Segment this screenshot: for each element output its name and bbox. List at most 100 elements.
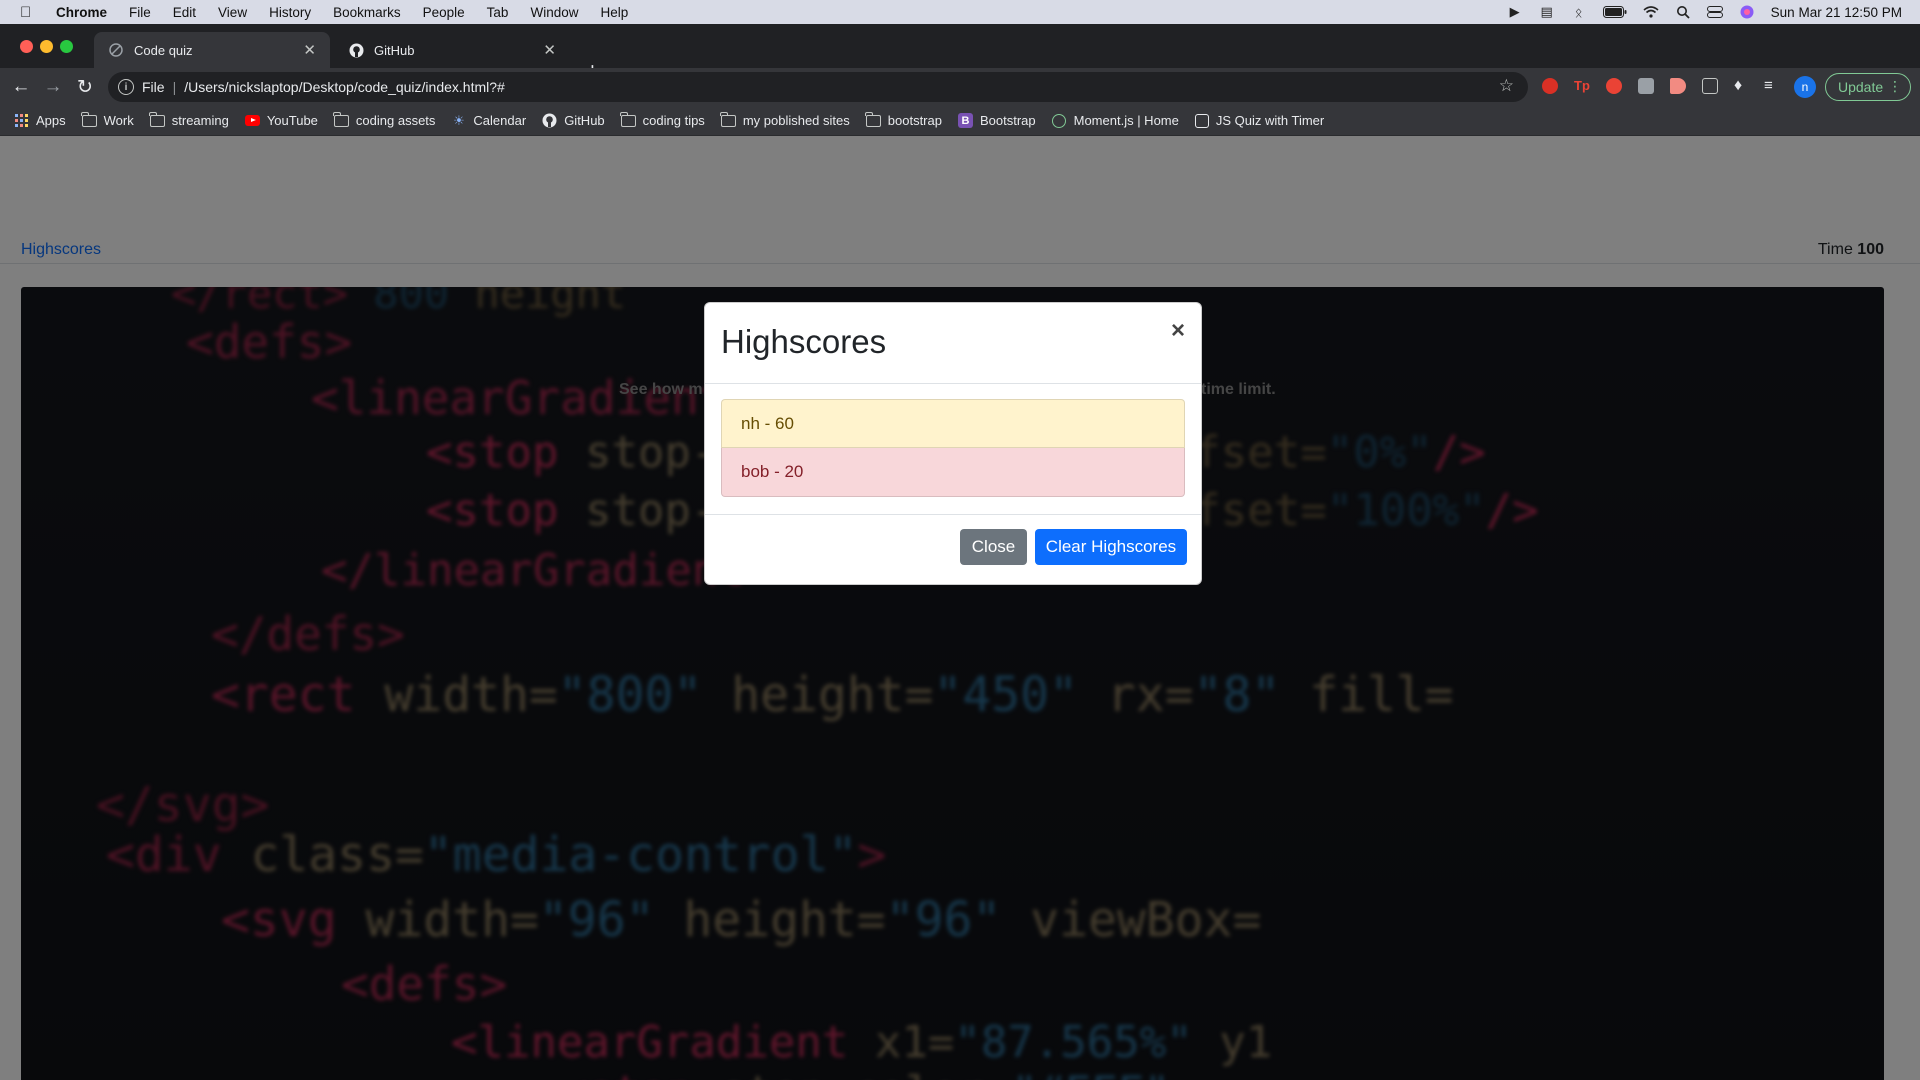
bookmark-label: streaming — [171, 113, 229, 128]
wifi-icon[interactable] — [1643, 5, 1659, 19]
extensions-puzzle-icon[interactable]: ♦ — [1734, 78, 1750, 94]
bookmark-label: Moment.js | Home — [1073, 113, 1179, 128]
bookmark-work[interactable]: Work — [81, 111, 134, 128]
window-zoom-button[interactable] — [60, 40, 73, 53]
folder-icon — [81, 111, 97, 127]
extension-gray-icon[interactable] — [1638, 78, 1654, 94]
tab-title: GitHub — [374, 42, 415, 58]
bookmark-label: Work — [103, 113, 134, 128]
bookmark-apps[interactable]: Apps — [14, 113, 66, 128]
folder-icon — [620, 111, 636, 127]
camera-icon[interactable] — [1702, 78, 1718, 94]
back-arrow-icon[interactable]: ← — [10, 76, 32, 98]
update-button[interactable]: Update ⋮ — [1825, 73, 1911, 101]
highscores-modal: Highscores × nh - 60 bob - 20 Close Clea… — [704, 302, 1202, 585]
bookmark-label: my poblished sites — [742, 113, 850, 128]
close-icon[interactable]: × — [1171, 317, 1185, 345]
github-icon — [348, 42, 364, 58]
modal-backdrop[interactable] — [0, 136, 1920, 1080]
forward-arrow-icon[interactable]: → — [42, 76, 64, 98]
calendar-icon: ☀ — [453, 112, 465, 128]
bookmark-calendar[interactable]: ☀ Calendar — [451, 112, 527, 129]
clear-highscores-button[interactable]: Clear Highscores — [1035, 529, 1187, 565]
tab-close-icon[interactable]: ✕ — [543, 41, 556, 59]
quiz-icon — [1194, 113, 1209, 128]
bookmark-bootstrap-folder[interactable]: bootstrap — [865, 111, 942, 128]
menu-app-name[interactable]: Chrome — [56, 5, 107, 20]
menu-clock[interactable]: Sun Mar 21 12:50 PM — [1771, 5, 1902, 20]
status-area: ▶ ▤ ᛟ Sun Mar 21 12:50 PM — [1507, 0, 1902, 24]
macos-menu-bar:  Chrome File Edit View History Bookmark… — [0, 0, 1920, 24]
menu-window[interactable]: Window — [530, 5, 578, 20]
modal-title: Highscores — [721, 323, 887, 360]
reading-list-icon[interactable]: ≡ — [1764, 78, 1780, 94]
bookmark-youtube[interactable]: YouTube — [244, 113, 318, 128]
modal-body: nh - 60 bob - 20 — [705, 384, 1201, 515]
tab-github[interactable]: GitHub ✕ — [334, 32, 570, 68]
bookmark-label: coding tips — [642, 113, 705, 128]
menu-view[interactable]: View — [218, 5, 247, 20]
modal-header: Highscores × — [705, 303, 1201, 384]
page-icon — [108, 42, 124, 58]
folder-icon — [865, 111, 881, 127]
extension-record-icon[interactable] — [1670, 78, 1686, 94]
reload-icon[interactable]: ↻ — [74, 76, 96, 98]
bluetooth-icon[interactable]: ᛟ — [1571, 5, 1587, 20]
spotlight-search-icon[interactable] — [1675, 5, 1691, 19]
bookmark-moment[interactable]: Moment.js | Home — [1052, 113, 1179, 128]
profile-avatar[interactable]: n — [1794, 76, 1816, 98]
extension-stop-icon[interactable] — [1542, 78, 1558, 94]
siri-icon[interactable] — [1739, 5, 1755, 19]
folder-icon — [149, 111, 165, 127]
media-play-icon[interactable]: ▶ — [1507, 4, 1523, 19]
bookmark-label: GitHub — [564, 113, 605, 128]
bookmark-streaming[interactable]: streaming — [149, 111, 229, 128]
address-bar[interactable]: i File | /Users/nickslaptop/Desktop/code… — [108, 72, 1528, 102]
menu-help[interactable]: Help — [600, 5, 628, 20]
bookmark-github[interactable]: GitHub — [542, 113, 605, 128]
folder-icon — [720, 111, 736, 127]
bookmark-label: Calendar — [473, 113, 527, 128]
window-close-button[interactable] — [20, 40, 33, 53]
extension-tp-icon[interactable]: Tp — [1574, 78, 1590, 94]
display-icon[interactable]: ▤ — [1539, 4, 1555, 19]
bookmark-label: JS Quiz with Timer — [1215, 113, 1325, 128]
bookmark-coding-assets[interactable]: coding assets — [333, 111, 436, 128]
menu-edit[interactable]: Edit — [173, 5, 196, 20]
extension-red-icon[interactable] — [1606, 78, 1622, 94]
window-minimize-button[interactable] — [40, 40, 53, 53]
menu-people[interactable]: People — [423, 5, 465, 20]
address-scheme-label: File — [142, 79, 165, 95]
youtube-icon — [244, 114, 260, 127]
bookmark-js-quiz[interactable]: JS Quiz with Timer — [1194, 113, 1325, 128]
address-url[interactable]: /Users/nickslaptop/Desktop/code_quiz/ind… — [184, 79, 505, 95]
update-label: Update — [1838, 79, 1884, 95]
highscore-item: bob - 20 — [721, 448, 1185, 497]
tab-code-quiz[interactable]: Code quiz ✕ — [94, 32, 330, 68]
bookmark-bootstrap[interactable]: B Bootstrap — [957, 113, 1036, 128]
bookmark-label: coding assets — [355, 113, 436, 128]
menu-tab[interactable]: Tab — [487, 5, 509, 20]
info-icon[interactable]: i — [118, 79, 134, 95]
tab-close-icon[interactable]: ✕ — [303, 41, 316, 59]
bookmark-label: YouTube — [266, 113, 318, 128]
apple-menu-icon[interactable]:  — [20, 4, 38, 21]
close-button[interactable]: Close — [960, 529, 1027, 565]
folder-icon — [333, 111, 349, 127]
menu-bookmarks[interactable]: Bookmarks — [333, 5, 401, 20]
bookmark-star-icon[interactable]: ☆ — [1499, 76, 1514, 96]
bookmark-label: Bootstrap — [979, 113, 1036, 128]
menu-file[interactable]: File — [129, 5, 151, 20]
bookmark-coding-tips[interactable]: coding tips — [620, 111, 705, 128]
bookmarks-bar: Apps Work streaming YouTube coding asset… — [0, 106, 1920, 136]
control-center-icon[interactable] — [1706, 5, 1723, 19]
browser-toolbar: ← → ↻ i File | /Users/nickslaptop/Deskto… — [0, 68, 1920, 106]
menu-history[interactable]: History — [269, 5, 311, 20]
tab-strip: Code quiz ✕ GitHub ✕ + — [0, 24, 1920, 82]
bookmark-label: bootstrap — [887, 113, 942, 128]
highscore-item: nh - 60 — [721, 399, 1185, 448]
bookmark-published-sites[interactable]: my poblished sites — [720, 111, 850, 128]
battery-icon[interactable] — [1602, 5, 1627, 19]
address-separator: | — [172, 79, 177, 95]
more-options-icon[interactable]: ⋮ — [1888, 78, 1902, 95]
